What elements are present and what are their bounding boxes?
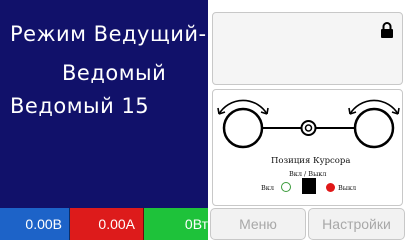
voltage-readout: 0.00В	[0, 208, 70, 240]
cursor-position-label: Позиция Курсора	[271, 156, 351, 166]
on-indicator-icon	[281, 182, 291, 192]
settings-button[interactable]: Настройки	[308, 208, 405, 240]
lock-icon	[381, 22, 393, 38]
knob-info-panel[interactable]: Позиция Курсора Вкл / Выкл Вкл Выкл	[212, 89, 403, 206]
on-label: Вкл	[261, 184, 274, 192]
off-label: Выкл	[338, 184, 357, 192]
mode-title-line-1: Режим Ведущий-	[10, 22, 207, 46]
off-indicator-icon	[326, 183, 335, 192]
lock-panel[interactable]	[212, 12, 403, 85]
power-readout: 0Вт	[144, 208, 208, 240]
mode-panel: Режим Ведущий- Ведомый Ведомый 15	[0, 0, 208, 208]
cursor-target-icon	[300, 120, 317, 136]
on-off-label: Вкл / Выкл	[289, 170, 327, 178]
slave-count-label: Ведомый 15	[10, 94, 150, 118]
status-bar: 0.00В 0.00А 0Вт Меню Настройки	[0, 208, 406, 240]
mode-title-line-2: Ведомый	[62, 61, 167, 85]
menu-button[interactable]: Меню	[210, 208, 306, 240]
black-square-icon	[302, 178, 316, 194]
device-screen: Режим Ведущий- Ведомый Ведомый 15 Позици…	[0, 0, 406, 240]
right-knob-icon	[353, 107, 395, 149]
left-knob-icon	[222, 107, 264, 149]
current-readout: 0.00А	[70, 208, 144, 240]
